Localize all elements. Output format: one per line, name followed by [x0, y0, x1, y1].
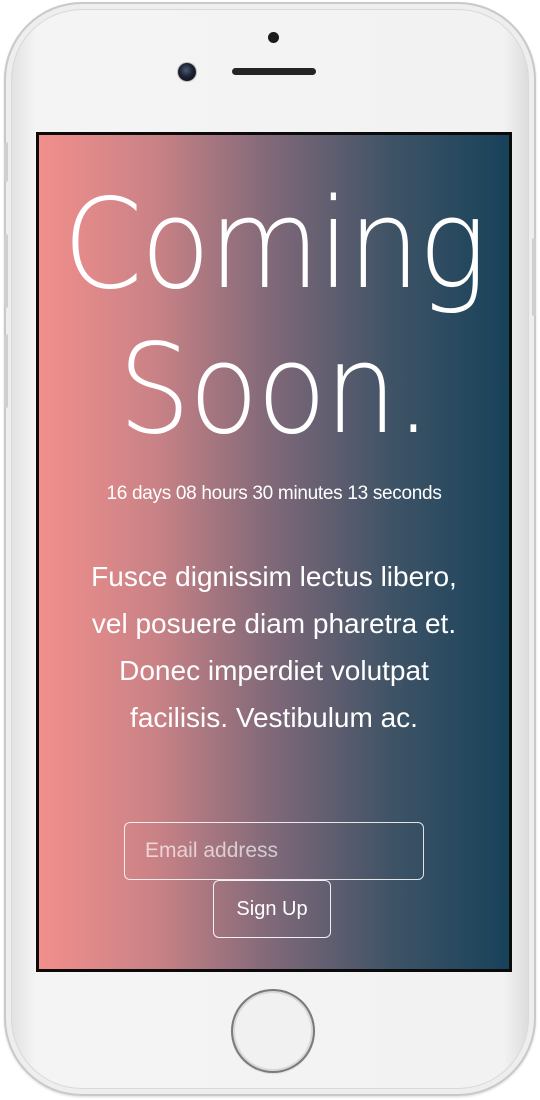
home-button[interactable]	[231, 989, 315, 1073]
volume-down-button	[4, 334, 8, 408]
proximity-sensor-icon	[268, 32, 279, 43]
power-button	[532, 238, 536, 316]
phone-screen: Coming Soon. 16 days 08 hours 30 minutes…	[36, 132, 512, 972]
earpiece-speaker	[232, 68, 316, 75]
headline-line-1: Coming	[62, 173, 487, 317]
email-input[interactable]	[124, 822, 424, 880]
front-camera-icon	[178, 63, 196, 81]
phone-device-frame: Coming Soon. 16 days 08 hours 30 minutes…	[4, 2, 536, 1096]
volume-up-button	[4, 234, 8, 308]
headline-line-2: Soon.	[118, 318, 431, 462]
mute-switch	[4, 142, 8, 182]
description-text: Fusce dignissim lectus libero, vel posue…	[91, 561, 457, 733]
countdown-timer: 16 days 08 hours 30 minutes 13 seconds	[106, 483, 442, 504]
sign-up-button[interactable]: Sign Up	[213, 880, 331, 938]
